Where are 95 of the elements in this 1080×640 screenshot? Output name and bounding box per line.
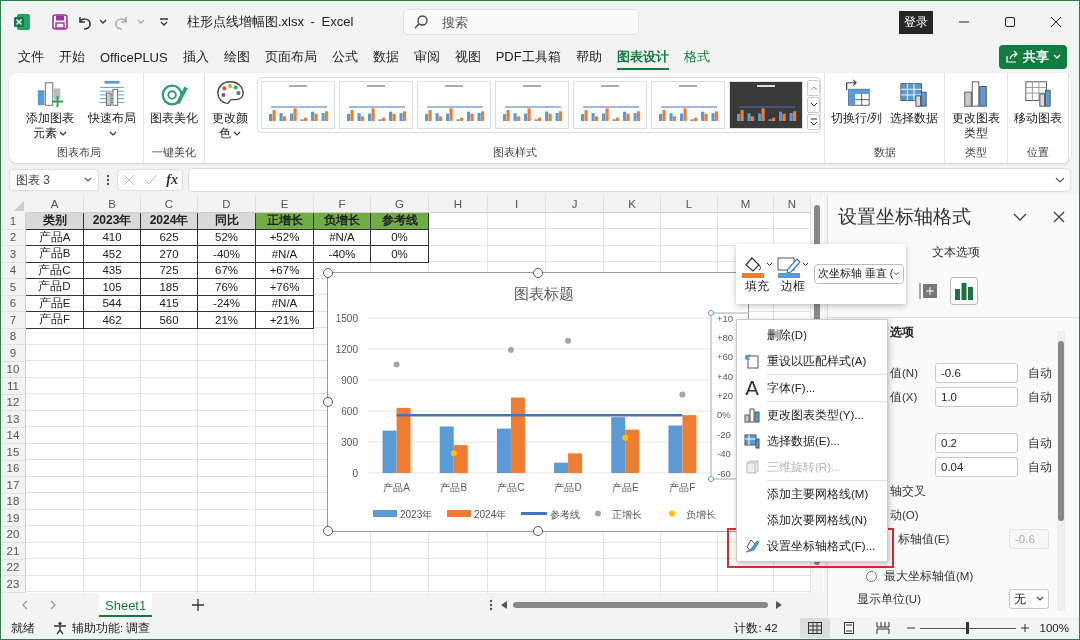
group-label: 一键美化 <box>152 145 196 159</box>
row-header: 5 <box>1 279 26 296</box>
table-cell: 2023年 <box>84 213 141 230</box>
axis-label: -20 <box>717 428 731 440</box>
table-cell: 560 <box>141 312 198 329</box>
axis-label: -60 <box>717 467 731 479</box>
axis-label: -40 <box>717 448 731 460</box>
row-header: 9 <box>1 345 26 362</box>
column-header: L <box>661 195 718 213</box>
row-header: 21 <box>1 543 26 560</box>
table-cell: 0% <box>371 246 429 263</box>
column-header: H <box>429 195 488 213</box>
table-cell: 负增长 <box>314 213 371 230</box>
category-label: 产品B <box>440 482 468 493</box>
axis-label: +40 <box>717 370 734 382</box>
row-header: 15 <box>1 444 26 461</box>
table-cell: 参考线 <box>371 213 429 230</box>
column-header: B <box>84 195 141 213</box>
axis-label: 300 <box>341 436 358 448</box>
window-title: 柱形点线增幅图.xlsx - Excel <box>187 13 354 31</box>
column-header: M <box>718 195 774 213</box>
table-cell: 产品B <box>26 246 84 263</box>
axis-label: 1500 <box>335 312 358 324</box>
axis-label: +10 <box>717 312 734 324</box>
row-header: 1 <box>1 213 26 230</box>
row-header: 7 <box>1 312 26 329</box>
column-header: A <box>26 195 84 213</box>
table-cell: 76% <box>198 279 256 296</box>
column-header: D <box>198 195 256 213</box>
table-cell: -40% <box>314 246 371 263</box>
row-header: 19 <box>1 510 26 527</box>
chart-title: 图表标题 <box>514 285 574 302</box>
column-header: E <box>256 195 314 213</box>
count-text: 计数: 42 <box>734 620 778 636</box>
table-cell: +21% <box>256 312 314 329</box>
field-label: 值(X) <box>890 389 919 405</box>
axis-label: +80 <box>717 331 734 343</box>
table-cell: 185 <box>141 279 198 296</box>
group-label: 类型 <box>965 145 988 159</box>
axis-label: 600 <box>341 405 358 417</box>
table-cell: 462 <box>84 312 141 329</box>
category-label: 产品C <box>497 482 525 493</box>
legend-label: 2023年 <box>400 508 433 520</box>
pane-title: 设置坐标轴格式 <box>838 205 971 229</box>
table-cell: #N/A <box>256 246 314 263</box>
option-label: 动(O) <box>890 507 920 523</box>
column-header: K <box>604 195 661 213</box>
group-label: 图表布局 <box>57 145 101 159</box>
table-cell: +76% <box>256 279 314 296</box>
field-label: 标轴值(E) <box>898 531 950 547</box>
category-label: 产品D <box>554 482 582 493</box>
category-label: 产品E <box>611 482 639 493</box>
legend-label: 参考线 <box>550 508 580 520</box>
group-label: 数据 <box>873 145 896 159</box>
table-cell: 21% <box>198 312 256 329</box>
row-header: 23 <box>1 576 26 593</box>
axis-label: +20 <box>717 390 734 401</box>
column-header: F <box>314 195 371 213</box>
table-cell: 产品F <box>26 312 84 329</box>
category-label: 产品A <box>383 482 410 493</box>
table-cell: 105 <box>84 279 141 296</box>
table-cell: -40% <box>198 246 256 263</box>
axis-label: 0 <box>352 467 358 479</box>
status-text: 就绪 <box>11 620 35 636</box>
field-label: 值(N) <box>890 365 919 381</box>
group-label: 位置 <box>1027 145 1050 159</box>
legend-label: 负增长 <box>686 508 716 520</box>
row-header: 17 <box>1 477 26 494</box>
column-header: N <box>774 195 811 213</box>
field-label: 显示单位(U) <box>857 591 921 607</box>
table-cell: 452 <box>84 246 141 263</box>
axis-label: 1200 <box>335 343 358 355</box>
row-header: 3 <box>1 246 26 263</box>
column-header: J <box>546 195 604 213</box>
column-header: G <box>371 195 429 213</box>
table-cell: 2024年 <box>141 213 198 230</box>
row-header: 13 <box>1 411 26 428</box>
column-header: C <box>141 195 198 213</box>
option-label: 轴交叉 <box>890 483 927 499</box>
row-header: 11 <box>1 378 26 395</box>
option-label: 最大坐标轴值(M) <box>884 568 974 584</box>
table-cell: 类别 <box>26 213 84 230</box>
legend-label: 正增长 <box>612 508 642 520</box>
section-heading: 选项 <box>890 323 914 341</box>
column-header: I <box>488 195 546 213</box>
category-label: 产品F <box>669 482 696 493</box>
axis-label: 0% <box>717 409 731 421</box>
table-cell: 产品D <box>26 279 84 296</box>
axis-label: 900 <box>341 374 358 386</box>
group-label: 图表样式 <box>492 145 537 159</box>
legend-label: 2024年 <box>474 508 507 520</box>
table-cell: 正增长 <box>256 213 314 230</box>
table-cell: 270 <box>141 246 198 263</box>
axis-label: +60 <box>717 351 734 363</box>
table-cell: 同比 <box>198 213 256 230</box>
